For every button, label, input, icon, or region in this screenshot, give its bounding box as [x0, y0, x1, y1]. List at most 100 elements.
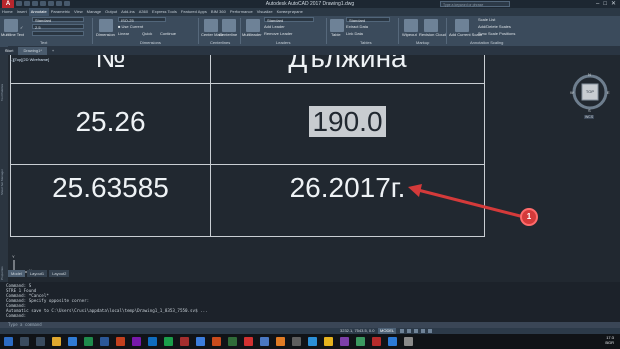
- text-find-field[interactable]: [32, 31, 84, 36]
- link-data-button[interactable]: Link Data: [346, 31, 363, 36]
- tab-performance[interactable]: Performance: [228, 8, 255, 16]
- task-view-icon[interactable]: [36, 337, 45, 346]
- tab-visualize[interactable]: Visualize: [255, 8, 275, 16]
- tab-annotate[interactable]: Annotate: [28, 8, 49, 16]
- quick-button[interactable]: Quick: [142, 31, 152, 36]
- tool-palettes-tab[interactable]: Tool Palettes: [0, 61, 8, 101]
- app-icon[interactable]: [260, 337, 269, 346]
- search-input[interactable]: Type a keyword or phrase: [440, 1, 510, 7]
- centerline-icon[interactable]: [222, 19, 236, 32]
- text-height-select[interactable]: 2.5: [32, 24, 84, 30]
- grid-toggle-icon[interactable]: [400, 329, 404, 333]
- onenote-icon[interactable]: [132, 337, 141, 346]
- osnap-toggle-icon[interactable]: [428, 329, 432, 333]
- drawing-canvas[interactable]: [0, 55, 620, 285]
- app-icon[interactable]: [276, 337, 285, 346]
- check-spelling-button[interactable]: ✓: [20, 25, 23, 30]
- center-mark-icon[interactable]: [204, 19, 218, 32]
- app-icon[interactable]: [228, 337, 237, 346]
- app-icon[interactable]: [308, 337, 317, 346]
- tab-addins[interactable]: Add-ins: [119, 8, 137, 16]
- word-icon[interactable]: [100, 337, 109, 346]
- access-icon[interactable]: [180, 337, 189, 346]
- app-icon[interactable]: [340, 337, 349, 346]
- table-icon[interactable]: [330, 19, 344, 32]
- snap-toggle-icon[interactable]: [407, 329, 411, 333]
- file-tab-start[interactable]: Start: [0, 47, 18, 55]
- app-icon[interactable]: [196, 337, 205, 346]
- revision-cloud-icon[interactable]: [424, 19, 438, 32]
- tab-model[interactable]: Model: [8, 270, 25, 277]
- use-current-layer[interactable]: ■ Use Current: [118, 24, 143, 29]
- add-delete-scales-button[interactable]: Add/Delete Scales: [478, 24, 511, 29]
- table-cell[interactable]: 25.26: [11, 106, 210, 138]
- compass-s[interactable]: S: [588, 108, 591, 113]
- viewcube-top-label[interactable]: TOP: [582, 89, 598, 94]
- app-icon[interactable]: [212, 337, 221, 346]
- sheet-set-manager-tab[interactable]: Sheet Set Manager: [0, 135, 8, 195]
- tab-layout1[interactable]: Layout1: [26, 270, 48, 277]
- ortho-toggle-icon[interactable]: [414, 329, 418, 333]
- tab-output[interactable]: Output: [103, 8, 119, 16]
- table-cell[interactable]: 190.0: [211, 106, 484, 138]
- autocad-icon[interactable]: [372, 337, 381, 346]
- app-icon[interactable]: [292, 337, 301, 346]
- excel-icon[interactable]: [84, 337, 93, 346]
- tab-bim360[interactable]: BIM 360: [209, 8, 228, 16]
- app-icon[interactable]: [244, 337, 253, 346]
- continue-button[interactable]: Continue: [160, 31, 176, 36]
- scale-list-button[interactable]: Scale List: [478, 17, 495, 22]
- start-icon[interactable]: [4, 337, 13, 346]
- minimize-icon[interactable]: –: [596, 0, 599, 8]
- publisher-icon[interactable]: [164, 337, 173, 346]
- sync-scale-button[interactable]: Sync Scale Positions: [478, 31, 515, 36]
- new-tab-icon[interactable]: +: [47, 47, 59, 55]
- compass-e[interactable]: E: [607, 90, 610, 95]
- app-icon[interactable]: [324, 337, 333, 346]
- tab-express-tools[interactable]: Express Tools: [150, 8, 179, 16]
- maximize-icon[interactable]: □: [603, 0, 607, 8]
- tab-home[interactable]: Home: [0, 8, 15, 16]
- app-icon[interactable]: [388, 337, 397, 346]
- table-style-select[interactable]: Standard: [346, 17, 390, 23]
- powerpoint-icon[interactable]: [116, 337, 125, 346]
- compass-n[interactable]: N: [588, 72, 591, 77]
- tab-manage[interactable]: Manage: [85, 8, 103, 16]
- linear-button[interactable]: Linear: [118, 31, 129, 36]
- tab-featured-apps[interactable]: Featured Apps: [179, 8, 209, 16]
- app-icon[interactable]: [356, 337, 365, 346]
- close-icon[interactable]: ✕: [611, 0, 616, 8]
- tab-a360[interactable]: A360: [137, 8, 150, 16]
- file-tab-drawing[interactable]: Drawing1*: [18, 47, 47, 55]
- file-explorer-icon[interactable]: [52, 337, 61, 346]
- tab-parametric[interactable]: Parametric: [49, 8, 72, 16]
- viewcube[interactable]: TOP N S E W WCS: [568, 72, 616, 120]
- browser-icon[interactable]: [68, 337, 77, 346]
- add-current-scale-icon[interactable]: [455, 19, 469, 32]
- search-icon[interactable]: [20, 337, 29, 346]
- taskbar-clock[interactable]: 17:3 BGR: [605, 335, 614, 345]
- remove-leader-button[interactable]: Remove Leader: [264, 31, 292, 36]
- viewport-label[interactable]: [-][Top][2D Wireframe]: [10, 57, 49, 62]
- dim-style-select[interactable]: ISO-25: [118, 17, 166, 23]
- tab-convert[interactable]: Конвертиране: [275, 8, 305, 16]
- app-icon[interactable]: [404, 337, 413, 346]
- extract-data-button[interactable]: Extract Data: [346, 24, 368, 29]
- multiline-text-icon[interactable]: [4, 19, 18, 32]
- leader-style-select[interactable]: Standard: [264, 17, 314, 23]
- polar-toggle-icon[interactable]: [421, 329, 425, 333]
- outlook-icon[interactable]: [148, 337, 157, 346]
- properties-tab[interactable]: Properties: [0, 240, 8, 280]
- compass-w[interactable]: W: [570, 90, 574, 95]
- wcs-menu[interactable]: WCS: [584, 115, 595, 119]
- tab-insert[interactable]: Insert: [15, 8, 29, 16]
- table-cell[interactable]: 25.63585: [11, 172, 210, 204]
- table-cell-header-2[interactable]: Дължина: [211, 55, 484, 83]
- wipeout-icon[interactable]: [404, 19, 418, 32]
- highlighted-cell-text[interactable]: 190.0: [309, 106, 386, 137]
- text-style-select[interactable]: Standard: [32, 17, 84, 23]
- add-leader-button[interactable]: Add Leader: [264, 24, 285, 29]
- multileader-icon[interactable]: [246, 19, 260, 32]
- dimension-icon[interactable]: [99, 19, 113, 32]
- tab-layout2[interactable]: Layout2: [49, 270, 70, 277]
